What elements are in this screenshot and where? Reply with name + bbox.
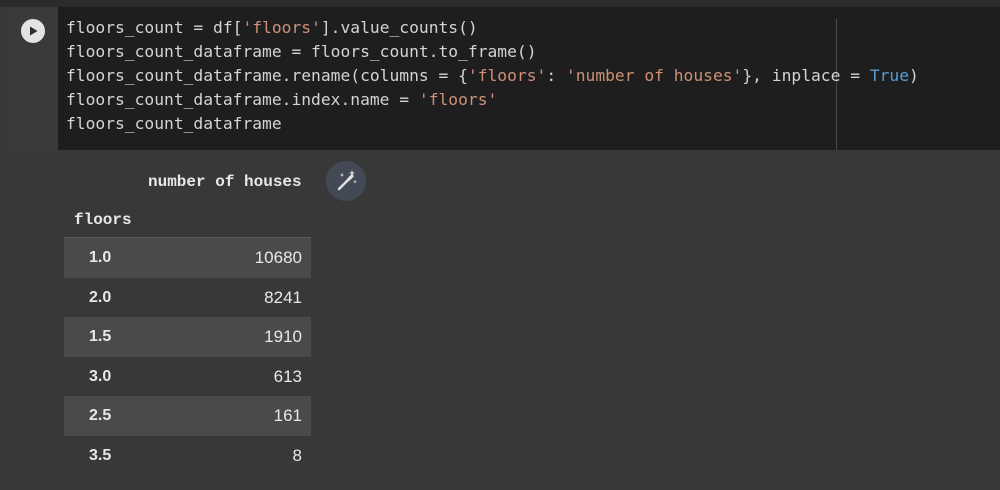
row-value: 1910 [264, 327, 302, 346]
row-index: 2.0 [89, 288, 112, 306]
code-line: floors_count_dataframe.index.name = 'flo… [66, 88, 919, 112]
code-token: }, inplace = [742, 66, 870, 85]
code-line: floors_count_dataframe.rename(columns = … [66, 64, 919, 88]
table-row: 1.5 1910 [64, 317, 311, 357]
cell-output: number of houses floors 1.0 10680 2.0 8241 1… [8, 150, 1000, 490]
run-cell-button[interactable] [21, 19, 45, 43]
row-value: 8241 [264, 287, 302, 307]
row-value: 161 [273, 406, 302, 425]
row-value: 10680 [254, 248, 302, 267]
row-index: 1.0 [89, 249, 112, 266]
magic-wand-icon [337, 170, 357, 191]
code-token: ) [909, 66, 919, 85]
code-token: 'floors' [418, 90, 498, 109]
row-index: 3.5 [89, 446, 112, 464]
row-value: 613 [273, 366, 302, 386]
cell-gutter [8, 7, 58, 150]
suggest-charts-button[interactable] [326, 161, 366, 201]
code-token: True [869, 66, 910, 85]
code-token: 'floors' [467, 66, 547, 85]
dataframe-table: 1.0 10680 2.0 8241 1.5 1910 3.0 613 2.5 161 3.5 8 [64, 238, 311, 475]
code-token: 'floors' [242, 18, 321, 37]
table-row: 2.0 8241 [64, 278, 311, 318]
table-row: 3.5 8 [64, 436, 311, 476]
code-token: ].value_counts() [320, 18, 478, 37]
code-token: floors_count_dataframe [66, 114, 282, 133]
table-row: 3.0 613 [64, 357, 311, 397]
code-lines: floors_count = df['floors'].value_counts… [66, 16, 919, 136]
dataframe-column-header: number of houses [148, 173, 302, 191]
code-token: 'number of houses' [565, 66, 743, 85]
top-strip [0, 0, 1000, 7]
row-index: 2.5 [89, 407, 112, 424]
code-token: floors_count_dataframe.index.name = [66, 90, 419, 109]
dataframe-index-name: floors [74, 211, 132, 229]
code-token: : [546, 66, 566, 85]
code-editor[interactable]: floors_count = df['floors'].value_counts… [58, 7, 1000, 150]
code-token: floors_count_dataframe.rename(columns = … [66, 66, 468, 85]
table-row: 2.5 161 [64, 396, 311, 436]
row-index: 3.0 [89, 367, 112, 385]
code-line: floors_count_dataframe [66, 112, 919, 136]
code-cell: floors_count = df['floors'].value_counts… [8, 7, 1000, 490]
row-value: 8 [292, 445, 302, 465]
play-icon [30, 26, 38, 36]
table-row: 1.0 10680 [64, 238, 311, 278]
code-line: floors_count_dataframe = floors_count.to… [66, 40, 919, 64]
row-index: 1.5 [89, 328, 112, 345]
code-token: floors_count_dataframe = floors_count.to… [66, 42, 537, 61]
code-line: floors_count = df['floors'].value_counts… [66, 16, 919, 40]
code-token: floors_count = df[ [66, 18, 243, 37]
